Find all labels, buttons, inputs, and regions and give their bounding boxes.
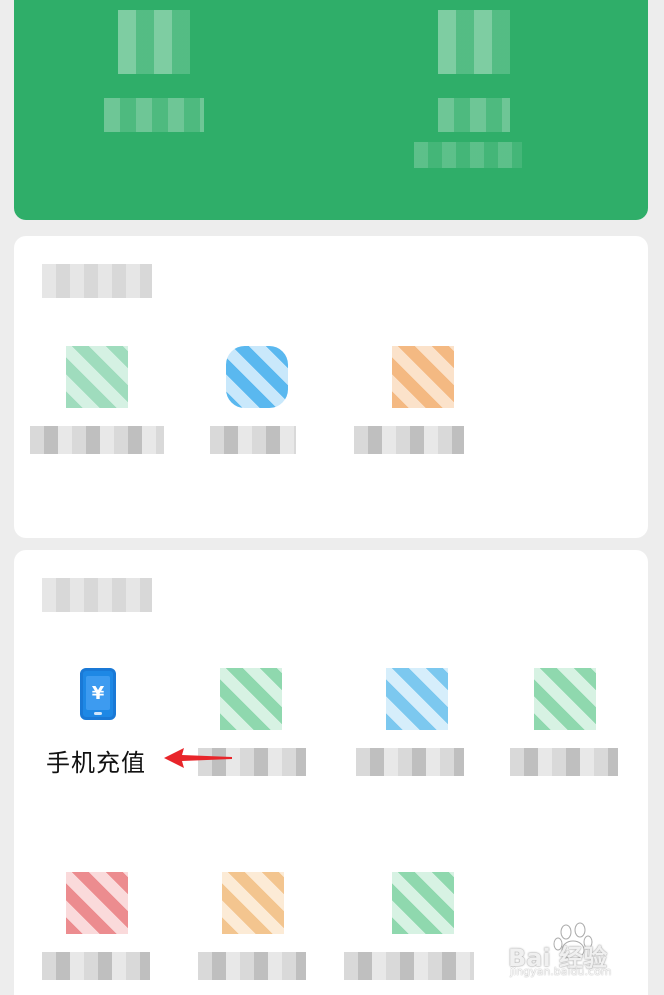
service-section-1 <box>14 236 648 538</box>
tile-label-blurred <box>198 952 306 980</box>
wallet-item-sub-blurred <box>414 142 522 168</box>
phone-yuan-icon: ¥ <box>80 668 116 720</box>
service-icon <box>220 668 282 730</box>
wallet-item-label-blurred <box>438 98 510 132</box>
tile-label-blurred <box>30 426 164 454</box>
service-icon <box>66 872 128 934</box>
service-icon <box>392 346 454 408</box>
service-icon <box>226 346 288 408</box>
tile-label-blurred <box>42 952 150 980</box>
money-icon <box>118 10 190 74</box>
service-icon <box>386 668 448 730</box>
tile-label-blurred <box>344 952 474 980</box>
tile-label-blurred <box>356 748 464 776</box>
yuan-symbol: ¥ <box>86 676 110 710</box>
service-icon <box>534 668 596 730</box>
card-icon <box>66 346 128 408</box>
service-icon <box>222 872 284 934</box>
mobile-topup-label: 手机充值 <box>46 749 146 777</box>
annotation-arrow-icon <box>164 748 232 768</box>
mobile-topup-tile[interactable]: ¥ 手机充值 <box>14 550 184 790</box>
watermark-url: jingyan.baidu.com <box>510 965 612 978</box>
tile-label-blurred <box>354 426 464 454</box>
wallet-item-label-blurred <box>104 98 204 132</box>
tile-label-blurred <box>510 748 618 776</box>
service-icon <box>392 872 454 934</box>
section-title-blurred <box>42 264 152 298</box>
phone-home-button <box>94 712 102 715</box>
wallet-icon <box>438 10 510 74</box>
wallet-card <box>14 0 648 220</box>
tile-label-blurred <box>210 426 296 454</box>
